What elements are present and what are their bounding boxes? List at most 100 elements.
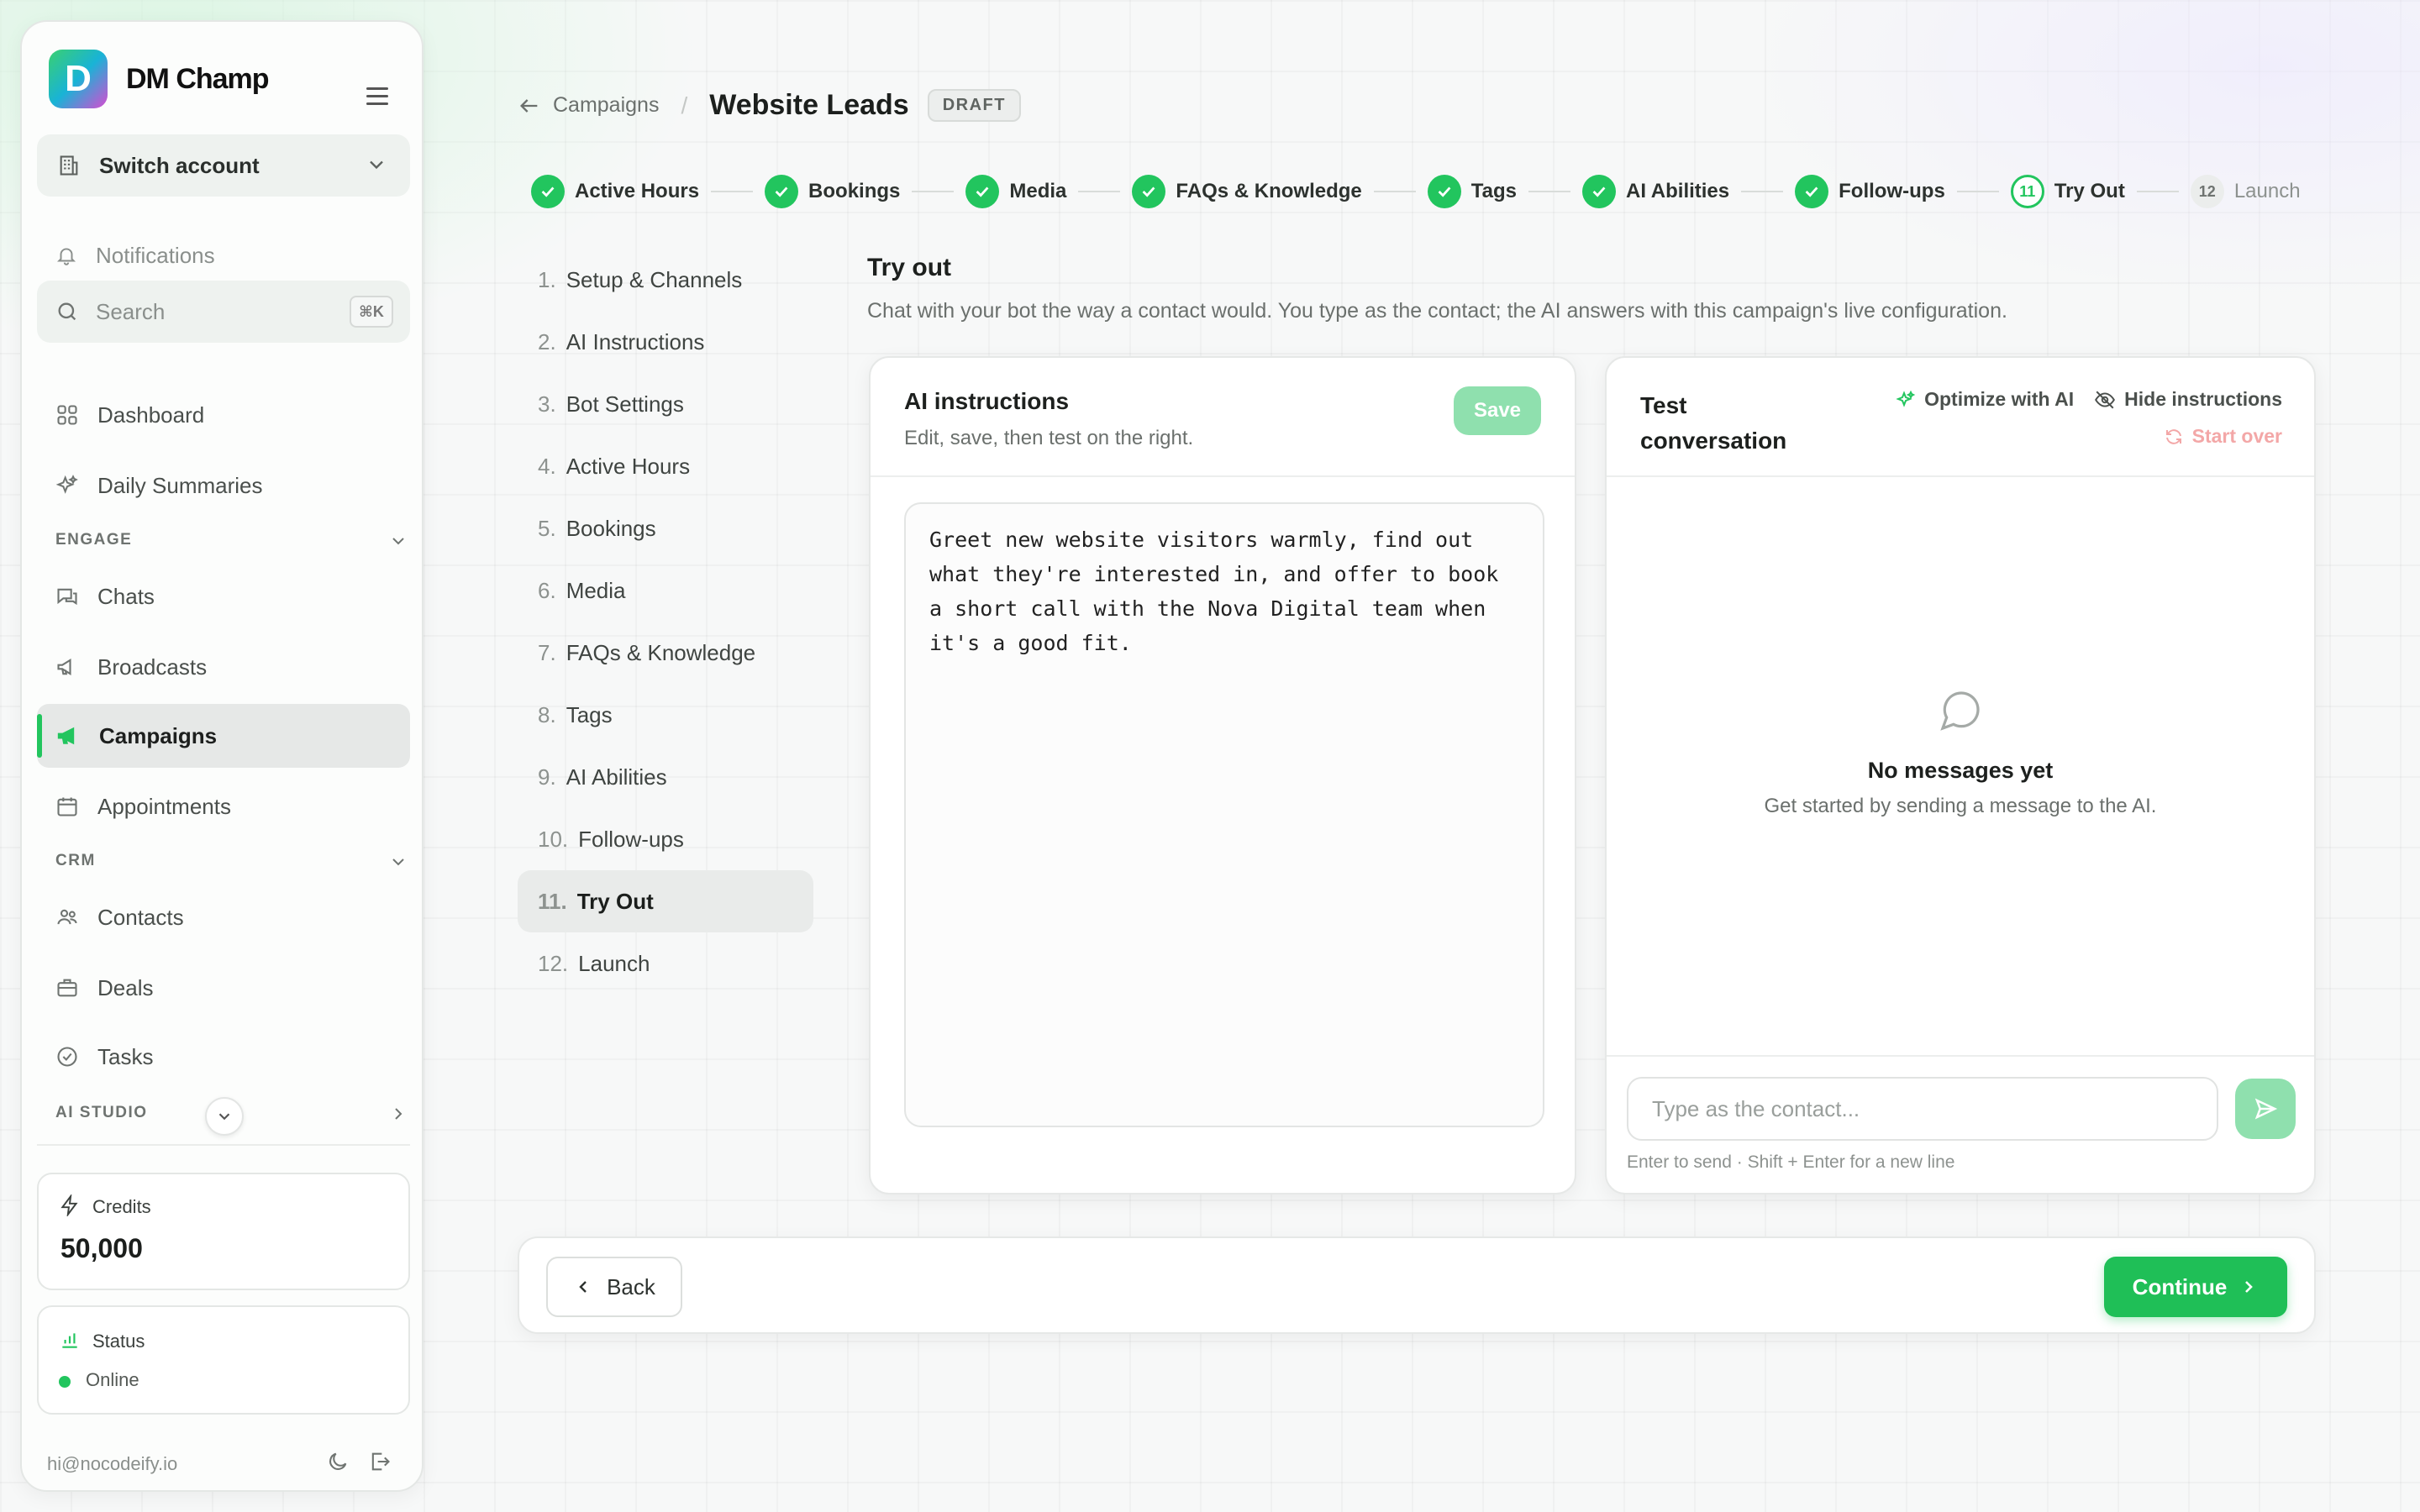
stepper-step-follow-ups[interactable]: Follow-ups (1795, 175, 1945, 208)
sidebar-item-label: Appointments (97, 793, 231, 819)
stepper-connector (1528, 191, 1570, 192)
back-button[interactable]: Back (546, 1257, 682, 1317)
step-list-item[interactable]: 4. Active Hours (518, 435, 813, 497)
empty-state-subtitle: Get started by sending a message to the … (1764, 795, 2157, 817)
sidebar-item-dashboard[interactable]: Dashboard (37, 383, 410, 447)
stepper-step-media[interactable]: Media (965, 175, 1066, 208)
step-list-item[interactable]: 7. FAQs & Knowledge (518, 622, 813, 684)
sidebar-item-chats[interactable]: Chats (37, 564, 410, 628)
input-hint: Enter to send · Shift + Enter for a new … (1627, 1152, 1955, 1172)
logout-icon[interactable] (368, 1450, 392, 1473)
step-label: Tags (566, 701, 613, 727)
credits-label: Credits (92, 1196, 151, 1217)
step-list-item[interactable]: 12. Launch (518, 932, 813, 995)
sidebar-item-label: Notifications (96, 242, 215, 268)
sidebar-item-tasks[interactable]: Tasks (37, 1025, 410, 1089)
search-input[interactable]: Search ⌘K (37, 281, 410, 343)
refresh-icon (2165, 428, 2181, 444)
sidebar-item-broadcasts[interactable]: Broadcasts (37, 635, 410, 699)
search-label: Search (96, 298, 166, 324)
stepper-step-try-out[interactable]: 11 Try Out (2010, 175, 2125, 208)
step-label: Bot Settings (566, 391, 684, 417)
stepper-label: AI Abilities (1626, 180, 1730, 202)
lightning-icon (60, 1194, 78, 1216)
switch-account-button[interactable]: Switch account (37, 134, 410, 197)
start-over-button[interactable]: Start over (2164, 425, 2282, 448)
stepper-label: Try Out (2054, 180, 2125, 202)
sidebar-item-label: Deals (97, 974, 154, 1000)
step-label: FAQs & Knowledge (566, 639, 756, 665)
building-icon (60, 155, 78, 176)
test-conversation-panel: Test conversation Optimize with AI Hide … (1605, 356, 2316, 1194)
hamburger-menu-icon[interactable] (366, 87, 388, 110)
megaphone-icon (57, 727, 75, 745)
panel-title: Test conversation (1640, 392, 1787, 454)
message-circle-icon (1940, 691, 1980, 731)
stepper-step-faqs[interactable]: FAQs & Knowledge (1132, 175, 1362, 208)
stepper-connector (1956, 191, 1999, 192)
sidebar-item-appointments[interactable]: Appointments (37, 774, 410, 838)
brand[interactable]: D DM Champ (49, 49, 270, 109)
step-list-item[interactable]: 2. AI Instructions (518, 311, 813, 373)
step-number: 6. (538, 577, 556, 603)
sidebar-item-campaigns[interactable]: Campaigns (37, 704, 410, 768)
breadcrumb-campaigns-link[interactable]: Campaigns (553, 93, 659, 118)
step-label: AI Abilities (566, 764, 667, 790)
sidebar-item-contacts[interactable]: Contacts (37, 885, 410, 949)
status-value: Online (86, 1369, 139, 1390)
sidebar-item-label: Contacts (97, 904, 184, 930)
sidebar-item-daily-summaries[interactable]: Daily Summaries (37, 454, 410, 517)
step-label: Setup & Channels (566, 266, 743, 292)
stepper-step-active-hours[interactable]: Active Hours (531, 175, 699, 208)
stepper-step-tags[interactable]: Tags (1427, 175, 1517, 208)
step-number: 5. (538, 515, 556, 541)
step-list-item[interactable]: 3. Bot Settings (518, 373, 813, 435)
stepper-label: Active Hours (575, 180, 700, 202)
step-list-item[interactable]: 6. Media (518, 559, 813, 622)
dm-champ-logo: D (49, 50, 108, 108)
step-list-item[interactable]: 10. Follow-ups (518, 808, 813, 870)
hide-instructions-button[interactable]: Hide instructions (2094, 388, 2282, 411)
stepper-step-ai-abilities[interactable]: AI Abilities (1582, 175, 1729, 208)
page-title: Website Leads (709, 89, 909, 121)
step-number: 4. (538, 453, 556, 479)
stepper-step-bookings[interactable]: Bookings (765, 175, 900, 208)
step-number: 11. (538, 888, 567, 914)
step-label: Launch (578, 950, 650, 976)
scroll-down-button[interactable] (205, 1097, 244, 1136)
section-crm[interactable]: CRM (55, 852, 408, 870)
instructions-textarea[interactable]: Greet new website visitors warmly, find … (904, 502, 1544, 1127)
brand-name: DM Champ (126, 62, 270, 95)
step-list-item-selected[interactable]: 11. Try Out (518, 870, 813, 932)
step-number: 2. (538, 328, 556, 354)
empty-state-title: No messages yet (1867, 758, 2054, 783)
sidebar-item-label: Tasks (97, 1043, 154, 1069)
step-number: 12. (538, 950, 569, 976)
step-list-item[interactable]: 1. Setup & Channels (518, 249, 813, 311)
send-button[interactable] (2235, 1079, 2296, 1139)
stepper-connector (912, 191, 955, 192)
sidebar-item-deals[interactable]: Deals (37, 956, 410, 1020)
credits-value: 50,000 (60, 1233, 143, 1263)
panel-title: AI instructions (904, 388, 1070, 414)
step-list-item[interactable]: 8. Tags (518, 684, 813, 746)
continue-button[interactable]: Continue (2104, 1257, 2287, 1317)
hide-label: Hide instructions (2124, 388, 2282, 410)
step-list-item[interactable]: 9. AI Abilities (518, 746, 813, 808)
bell-icon (56, 248, 76, 265)
step-list-item[interactable]: 5. Bookings (518, 497, 813, 559)
stepper-label: Bookings (808, 180, 901, 202)
status-badge: DRAFT (927, 89, 1021, 122)
section-engage[interactable]: ENGAGE (55, 531, 408, 549)
sidebar-item-notifications[interactable]: Notifications (37, 223, 410, 287)
moon-icon[interactable] (326, 1450, 350, 1473)
stepper-step-launch[interactable]: 12 Launch (2190, 175, 2301, 208)
step-number: 10. (538, 826, 569, 852)
chevron-down-icon (218, 1113, 230, 1121)
breadcrumb-separator: / (681, 92, 688, 118)
message-input[interactable] (1627, 1077, 2218, 1141)
ai-instructions-panel: AI instructions Edit, save, then test on… (869, 356, 1576, 1194)
save-button[interactable]: Save (1454, 386, 1541, 435)
arrow-left-icon[interactable] (518, 94, 541, 118)
optimize-with-ai-button[interactable]: Optimize with AI (1896, 388, 2074, 411)
